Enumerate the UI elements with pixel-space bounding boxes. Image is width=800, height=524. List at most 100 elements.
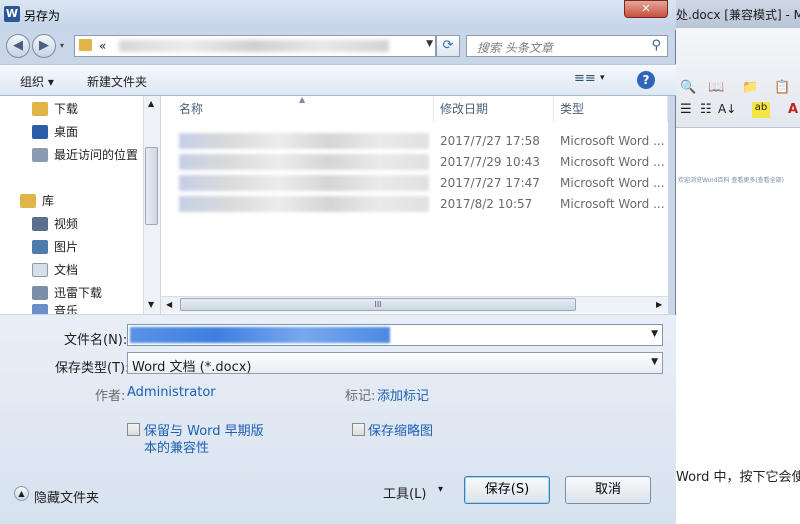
find-icon[interactable]: 🔍: [680, 80, 696, 95]
filetype-select[interactable]: Word 文档 (*.docx) ▼: [127, 352, 663, 375]
column-header-date[interactable]: 修改日期: [440, 96, 554, 122]
filetype-value: Word 文档 (*.docx): [132, 360, 252, 375]
sort-icon[interactable]: A↓: [718, 102, 736, 116]
view-dropdown-icon[interactable]: ▾: [600, 73, 605, 83]
close-icon[interactable]: ✕: [624, 0, 668, 18]
column-header-type[interactable]: 类型: [560, 96, 668, 122]
filename-input[interactable]: ▼: [127, 324, 663, 346]
dialog-title-bar: W 另存为: [0, 0, 676, 30]
nav-item-pictures[interactable]: 图片: [32, 238, 78, 258]
background-ribbon: 🔍 📖 📁 📋 ☰ ☷ A↓ ab A: [676, 28, 800, 128]
nav-item-label: 文档: [54, 263, 79, 277]
nav-item-downloads[interactable]: 下载: [32, 100, 78, 120]
address-dropdown-icon[interactable]: ▼: [426, 39, 433, 49]
file-row[interactable]: 2017/7/29 10:43 Microsoft Word ...: [179, 152, 665, 173]
author-value[interactable]: Administrator: [127, 385, 216, 400]
organize-button[interactable]: 组织 ▾: [20, 73, 54, 90]
search-placeholder: 搜索 头条文章: [477, 41, 553, 55]
background-document-text: Word 中，按下它会使: [676, 470, 800, 485]
xunlei-download-icon: [32, 285, 48, 300]
download-folder-icon: [32, 101, 48, 116]
file-type: Microsoft Word ...: [560, 197, 665, 211]
video-icon: [32, 216, 48, 231]
compatibility-checkbox[interactable]: [127, 423, 140, 436]
recent-locations-dropdown-icon[interactable]: ▾: [60, 41, 64, 50]
file-date: 2017/8/2 10:57: [440, 197, 533, 211]
scroll-right-icon[interactable]: ▶: [656, 300, 662, 309]
file-name-redacted: [179, 154, 429, 170]
thumbnail-label: 保存缩略图: [368, 424, 434, 439]
filename-selected-redacted: [130, 327, 390, 343]
nav-item-label: 最近访问的位置: [54, 148, 139, 162]
file-date: 2017/7/29 10:43: [440, 155, 540, 169]
column-header-name[interactable]: 名称: [179, 96, 434, 122]
filename-dropdown-icon[interactable]: ▼: [651, 329, 658, 339]
folder-ribbon-icon[interactable]: 📁: [742, 80, 758, 95]
author-label: 作者:: [95, 389, 126, 404]
refresh-icon[interactable]: ⟳: [436, 35, 460, 57]
scroll-down-icon[interactable]: ▼: [148, 300, 154, 309]
tools-button[interactable]: 工具(L): [383, 483, 426, 502]
save-button[interactable]: 保存(S): [464, 476, 550, 504]
sort-ascending-icon: ▲: [299, 95, 306, 104]
add-tags-link[interactable]: 添加标记: [377, 385, 429, 404]
tools-dropdown-icon[interactable]: ▾: [438, 484, 443, 495]
search-input[interactable]: 搜索 头条文章 ⚲: [466, 35, 668, 57]
dialog-title: 另存为: [24, 9, 61, 23]
navigation-pane-scroll-thumb[interactable]: [145, 147, 158, 225]
word-app-icon: W: [4, 6, 20, 22]
library-icon: [20, 193, 36, 208]
filetype-label: 保存类型(T):: [55, 361, 130, 376]
nav-item-label: 音乐: [54, 304, 79, 314]
command-toolbar: 组织 ▾ 新建文件夹 ≡≡ ▾ ?: [0, 64, 676, 96]
file-name-redacted: [179, 175, 429, 191]
hide-folders-icon[interactable]: ▲: [14, 486, 29, 501]
file-row[interactable]: 2017/7/27 17:47 Microsoft Word ...: [179, 173, 665, 194]
nav-item-label: 迅雷下载: [54, 286, 103, 300]
scroll-up-icon[interactable]: ▲: [148, 99, 154, 108]
address-path-redacted: [119, 40, 389, 52]
file-name-redacted: [179, 133, 429, 149]
recent-places-icon: [32, 147, 48, 162]
nav-item-label: 图片: [54, 240, 79, 254]
new-folder-button[interactable]: 新建文件夹: [87, 73, 147, 90]
horizontal-scroll-thumb[interactable]: III: [180, 298, 576, 311]
nav-item-recent-places[interactable]: 最近访问的位置: [32, 146, 138, 166]
file-date: 2017/7/27 17:58: [440, 134, 540, 148]
nav-item-xunlei-downloads[interactable]: 迅雷下载: [32, 284, 102, 304]
scroll-left-icon[interactable]: ◀: [166, 300, 172, 309]
hide-folders-button[interactable]: 隐藏文件夹: [34, 487, 99, 506]
picture-icon: [32, 239, 48, 254]
nav-item-music[interactable]: 音乐: [32, 302, 78, 314]
file-name-redacted: [179, 196, 429, 212]
forward-arrow-icon[interactable]: ▶: [32, 34, 56, 58]
help-icon[interactable]: ?: [637, 71, 655, 89]
file-type: Microsoft Word ...: [560, 176, 665, 190]
indent-icon[interactable]: ☰: [680, 102, 692, 117]
nav-item-desktop[interactable]: 桌面: [32, 123, 78, 143]
address-bar[interactable]: « ▼: [74, 35, 436, 57]
search-icon[interactable]: ⚲: [651, 38, 661, 53]
book-icon[interactable]: 📖: [708, 80, 724, 95]
nav-item-videos[interactable]: 视频: [32, 215, 78, 235]
paste-icon[interactable]: 📋: [774, 80, 790, 95]
file-row[interactable]: 2017/7/27 17:58 Microsoft Word ...: [179, 131, 665, 152]
nav-item-label: 视频: [54, 217, 79, 231]
tags-label: 标记:: [345, 389, 376, 404]
back-arrow-icon[interactable]: ◀: [6, 34, 30, 58]
cancel-button[interactable]: 取消: [565, 476, 651, 504]
save-as-dialog: W 另存为 ◀ ▶ ▾ « ▼ ⟳ 搜索 头条文章 ⚲ 组织 ▾ 新建文件夹 ≡…: [0, 0, 676, 524]
thumbnail-checkbox[interactable]: [352, 423, 365, 436]
music-icon: [32, 303, 48, 314]
filetype-dropdown-icon[interactable]: ▼: [651, 357, 658, 367]
outdent-icon[interactable]: ☷: [700, 102, 712, 117]
highlight-icon[interactable]: ab: [752, 102, 770, 118]
nav-item-libraries[interactable]: 库: [20, 192, 54, 212]
nav-item-documents[interactable]: 文档: [32, 261, 78, 281]
nav-item-label: 库: [42, 194, 55, 208]
font-color-icon[interactable]: A: [788, 102, 798, 117]
file-row[interactable]: 2017/8/2 10:57 Microsoft Word ...: [179, 194, 665, 215]
filename-label: 文件名(N):: [64, 333, 128, 348]
view-options-icon[interactable]: ≡≡: [574, 71, 596, 86]
file-type: Microsoft Word ...: [560, 155, 665, 169]
